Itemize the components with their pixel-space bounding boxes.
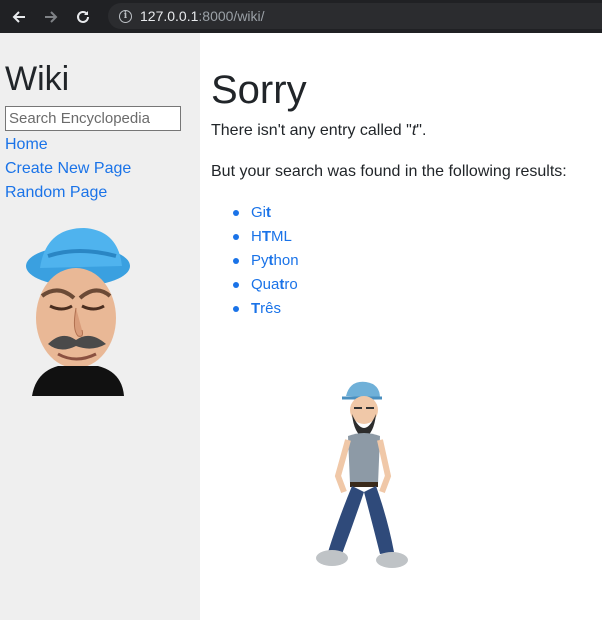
dancing-character-image	[308, 380, 418, 575]
forward-arrow-icon[interactable]	[38, 4, 64, 30]
search-input[interactable]	[5, 106, 181, 131]
result-link-git[interactable]: Git	[251, 204, 271, 221]
result-link-python[interactable]: Python	[251, 252, 299, 269]
site-title: Wiki	[5, 60, 70, 98]
nav-create-page-link[interactable]: Create New Page	[5, 157, 131, 181]
list-item: Python	[233, 249, 299, 273]
reload-icon[interactable]	[70, 4, 96, 30]
page-title: Sorry	[211, 68, 307, 112]
sidebar: Wiki Home Create New Page Random Page	[0, 33, 200, 620]
back-arrow-icon[interactable]	[6, 4, 32, 30]
browser-toolbar: i 127.0.0.1:8000/wiki/	[0, 0, 602, 33]
nav-random-page-link[interactable]: Random Page	[5, 181, 131, 205]
list-item: Três	[233, 297, 299, 321]
result-link-tres[interactable]: Três	[251, 300, 281, 317]
sidebar-nav: Home Create New Page Random Page	[5, 133, 131, 205]
list-item: HTML	[233, 225, 299, 249]
info-icon[interactable]: i	[119, 9, 132, 23]
list-item: Git	[233, 201, 299, 225]
url-text: 127.0.0.1:8000/wiki/	[140, 8, 265, 24]
address-bar[interactable]: i 127.0.0.1:8000/wiki/	[108, 3, 602, 29]
nav-home-link[interactable]: Home	[5, 133, 131, 157]
list-item: Quatro	[233, 273, 299, 297]
not-found-message: There isn't any entry called "t".	[211, 122, 427, 139]
result-link-quatro[interactable]: Quatro	[251, 276, 298, 293]
caricature-image	[18, 226, 138, 396]
results-intro: But your search was found in the followi…	[211, 163, 567, 180]
search-results-list: Git HTML Python Quatro Três	[211, 201, 299, 321]
result-link-html[interactable]: HTML	[251, 228, 292, 245]
